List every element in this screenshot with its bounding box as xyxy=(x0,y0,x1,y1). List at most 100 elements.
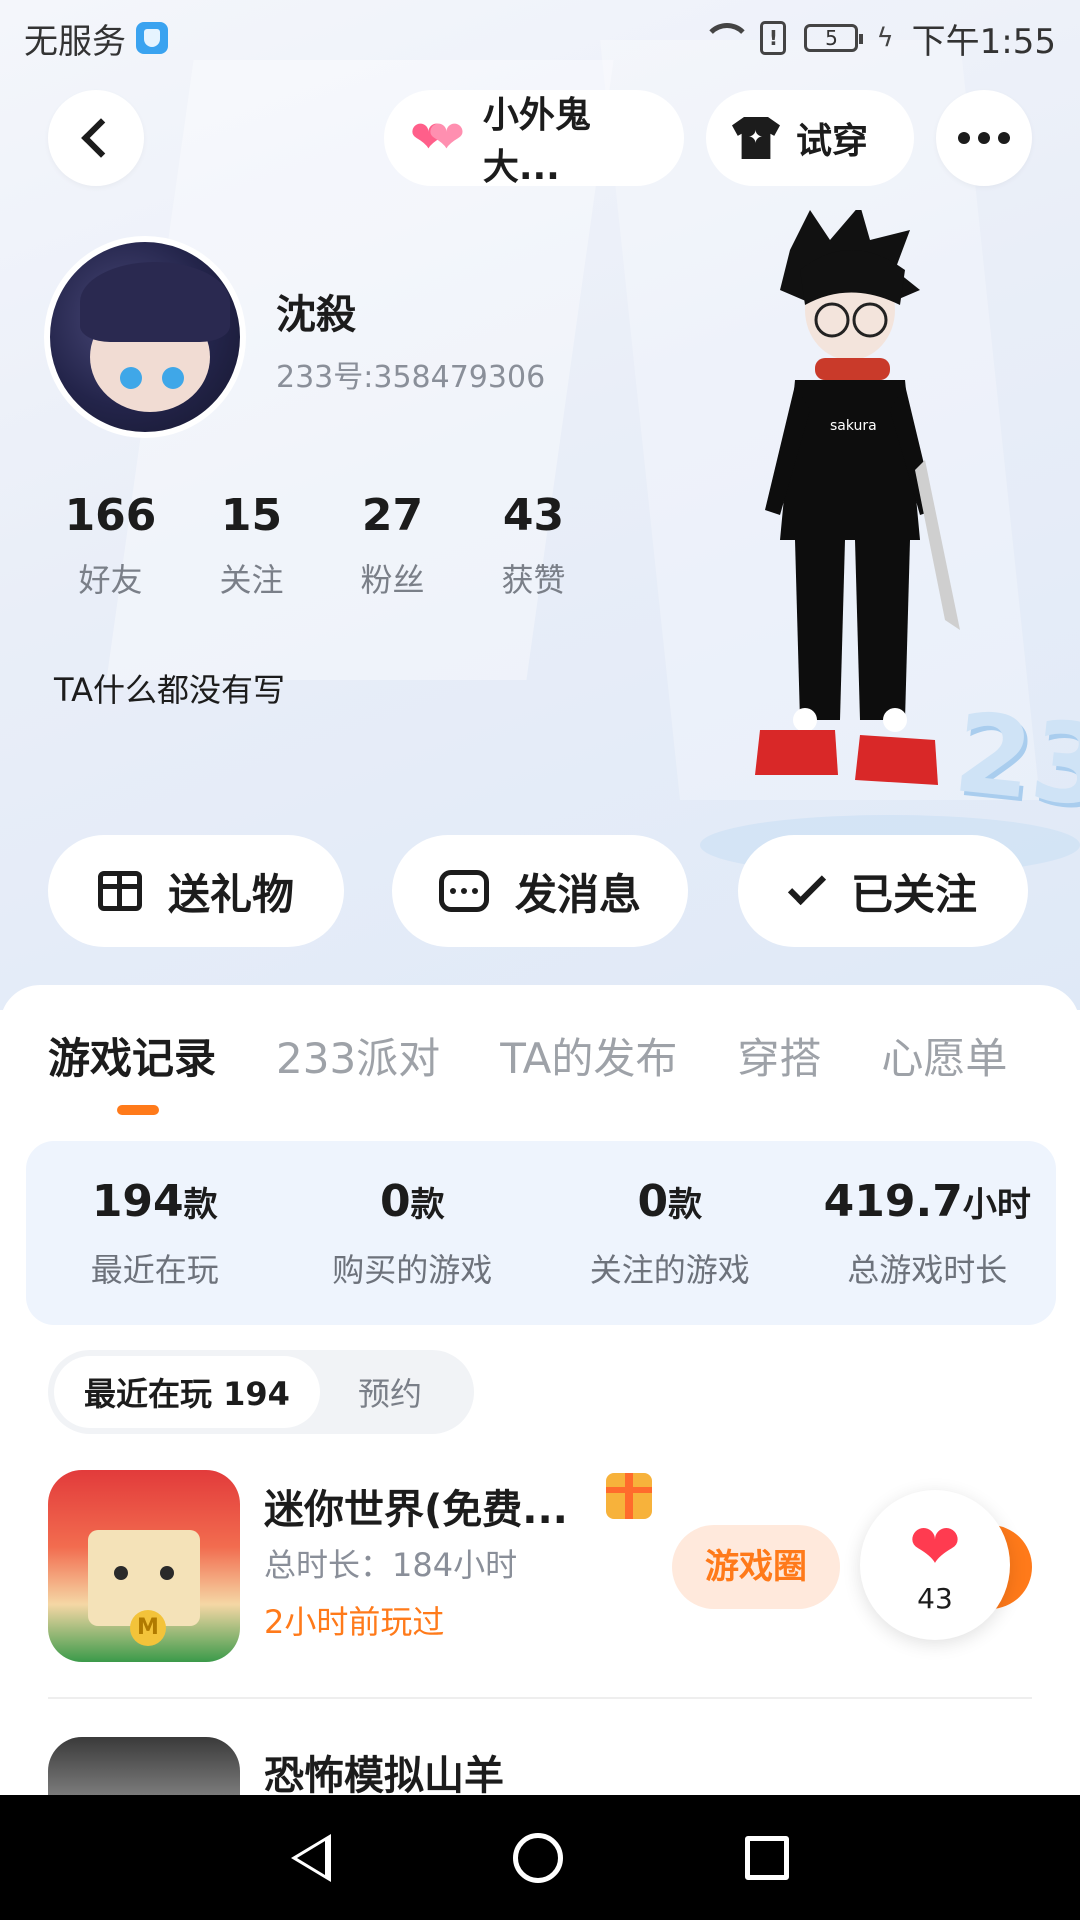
like-count: 43 xyxy=(917,1581,953,1615)
try-on-label: 试穿 xyxy=(796,121,869,162)
pompom xyxy=(793,708,817,732)
knife xyxy=(915,460,960,630)
stat-following[interactable]: 15 关注 xyxy=(181,490,322,601)
game-circle-button[interactable]: 游戏圈 xyxy=(672,1525,840,1609)
content-card: 游戏记录 233派对 TA的发布 穿搭 心愿单 194款 最近在玩 0款 购买的… xyxy=(0,985,1080,1795)
nav-home-icon[interactable] xyxy=(513,1832,563,1883)
summary-value: 0 xyxy=(379,1175,411,1227)
summary-label: 关注的游戏 xyxy=(589,1250,750,1289)
floating-like-button[interactable]: ❤ 43 xyxy=(860,1490,1010,1640)
tab-wishlist[interactable]: 心愿单 xyxy=(881,1025,1007,1086)
character-shoe xyxy=(855,735,938,785)
gift-box-icon[interactable] xyxy=(606,1473,652,1519)
summary-followed[interactable]: 0款 关注的游戏 xyxy=(541,1176,799,1291)
stat-likes[interactable]: 43 获赞 xyxy=(463,490,604,601)
headphones xyxy=(815,358,890,380)
hoodie-text: sakura xyxy=(830,418,877,434)
tab-indicator xyxy=(117,1105,159,1115)
followed-button[interactable]: 已关注 xyxy=(738,835,1028,947)
summary-unit: 款 xyxy=(410,1184,445,1225)
character-leg xyxy=(855,540,910,720)
stat-value: 166 xyxy=(64,490,157,541)
avatar[interactable] xyxy=(44,236,246,438)
game-summary: 194款 最近在玩 0款 购买的游戏 0款 关注的游戏 419.7小时 总游戏时… xyxy=(26,1141,1056,1325)
tab-233-party[interactable]: 233派对 xyxy=(276,1025,440,1086)
tab-outfits[interactable]: 穿搭 xyxy=(737,1025,821,1086)
stat-friends[interactable]: 166 好友 xyxy=(40,490,181,601)
filter-reservation[interactable]: 预约 xyxy=(320,1369,460,1415)
shield-icon xyxy=(136,22,168,54)
send-message-button[interactable]: 发消息 xyxy=(392,835,688,947)
coin-icon: M xyxy=(130,1610,166,1646)
divider xyxy=(48,1697,1032,1699)
carrier-text: 无服务 xyxy=(24,21,126,62)
summary-recent[interactable]: 194款 最近在玩 xyxy=(26,1176,284,1291)
send-gift-button[interactable]: 送礼物 xyxy=(48,835,344,947)
character-leg xyxy=(795,540,845,720)
stat-value: 27 xyxy=(361,490,424,541)
summary-unit: 小时 xyxy=(962,1184,1031,1225)
list-filter-segment: 最近在玩 194 预约 xyxy=(48,1350,474,1434)
nickname: 沈殺 xyxy=(276,292,356,338)
stat-label: 获赞 xyxy=(501,561,566,599)
more-button[interactable] xyxy=(936,90,1032,186)
battery-icon: 5 xyxy=(804,24,864,52)
summary-label: 最近在玩 xyxy=(90,1250,219,1289)
summary-playtime[interactable]: 419.7小时 总游戏时长 xyxy=(799,1176,1057,1291)
shirt-icon xyxy=(732,117,780,159)
game-icon-goat[interactable] xyxy=(48,1737,240,1795)
chat-icon xyxy=(438,870,489,912)
stat-fans[interactable]: 27 粉丝 xyxy=(322,490,463,601)
pompom xyxy=(883,708,907,732)
back-button[interactable] xyxy=(48,90,144,186)
system-nav-bar xyxy=(0,1795,1080,1920)
cp-label: 小外鬼大... xyxy=(482,95,591,188)
game-title[interactable]: 恐怖模拟山羊 xyxy=(264,1743,504,1795)
check-icon xyxy=(787,866,827,906)
alert-icon: ! xyxy=(760,21,787,55)
bio-text: TA什么都没有写 xyxy=(54,671,285,709)
tab-game-records[interactable]: 游戏记录 xyxy=(48,1025,216,1086)
status-indicators: ! 5 ϟ 下午1:55 xyxy=(702,14,1056,63)
avatar-eye xyxy=(162,367,184,389)
send-gift-label: 送礼物 xyxy=(167,869,294,919)
summary-label: 购买的游戏 xyxy=(332,1250,493,1289)
summary-label: 总游戏时长 xyxy=(847,1250,1008,1289)
stat-label: 好友 xyxy=(78,561,143,599)
heart-icon: ❤ xyxy=(909,1509,961,1583)
more-dots-icon xyxy=(958,132,1010,144)
carrier-info: 无服务 xyxy=(24,14,168,63)
summary-value: 419.7 xyxy=(823,1175,963,1227)
summary-unit: 款 xyxy=(668,1184,703,1225)
summary-purchased[interactable]: 0款 购买的游戏 xyxy=(284,1176,542,1291)
game-last-played: 2小时前玩过 xyxy=(264,1603,445,1641)
gift-icon xyxy=(97,871,142,911)
send-message-label: 发消息 xyxy=(514,869,641,919)
stat-value: 15 xyxy=(220,490,283,541)
charging-icon: ϟ xyxy=(876,23,894,53)
game-total-time: 总时长：184小时 xyxy=(264,1546,518,1584)
status-bar: 无服务 ! 5 ϟ 下午1:55 xyxy=(0,0,1080,76)
user-id: 233号:358479306 xyxy=(276,360,546,395)
nav-back-icon[interactable] xyxy=(291,1833,331,1882)
wifi-icon xyxy=(702,23,753,53)
back-arrow-icon xyxy=(81,118,121,158)
filter-recent-playing[interactable]: 最近在玩 194 xyxy=(54,1356,320,1428)
profile-tabs: 游戏记录 233派对 TA的发布 穿搭 心愿单 xyxy=(48,1025,1007,1086)
profile-stats: 166 好友 15 关注 27 粉丝 43 获赞 xyxy=(40,490,604,601)
nav-recents-icon[interactable] xyxy=(745,1835,789,1880)
avatar-eye xyxy=(120,367,142,389)
summary-value: 194 xyxy=(91,1175,184,1227)
cp-relation-pill[interactable]: 小外鬼大... xyxy=(384,90,684,188)
character-avatar[interactable]: sakura xyxy=(720,210,980,830)
character-shoe xyxy=(755,730,838,775)
followed-label: 已关注 xyxy=(850,869,977,919)
clock: 下午1:55 xyxy=(911,21,1056,62)
game-icon-mini-world[interactable]: M xyxy=(48,1470,240,1662)
tab-posts[interactable]: TA的发布 xyxy=(500,1025,677,1086)
hearts-icon xyxy=(410,116,467,160)
try-on-button[interactable]: 试穿 xyxy=(706,90,914,186)
stat-label: 粉丝 xyxy=(360,561,425,599)
game-title[interactable]: 迷你世界(免费... xyxy=(264,1477,594,1535)
stat-label: 关注 xyxy=(219,561,284,599)
